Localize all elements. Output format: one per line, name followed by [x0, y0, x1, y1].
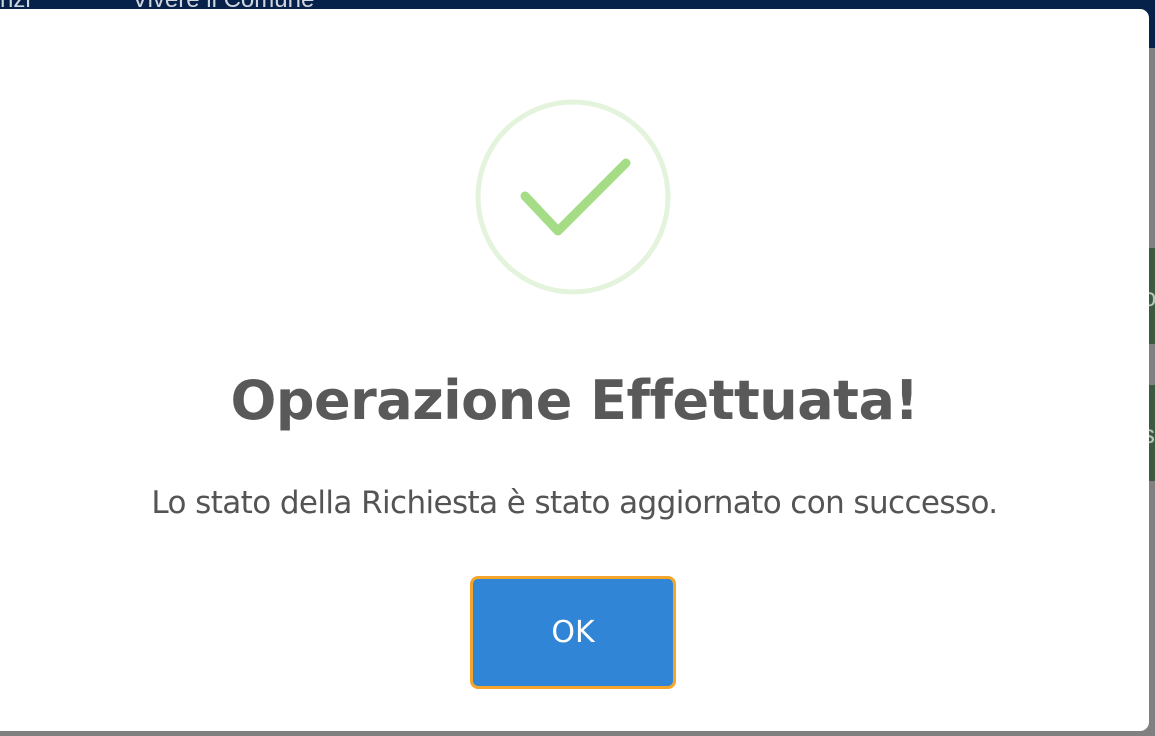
success-dialog: Operazione Effettuata! Lo stato della Ri…: [0, 9, 1149, 731]
dialog-title: Operazione Effettuata!: [230, 369, 919, 432]
page: nzi Vivere il Comune o s Operazione Effe…: [0, 0, 1155, 736]
ok-button[interactable]: OK: [470, 576, 676, 689]
dialog-message: Lo stato della Richiesta è stato aggiorn…: [151, 485, 998, 521]
success-checkmark-icon: [475, 99, 673, 301]
